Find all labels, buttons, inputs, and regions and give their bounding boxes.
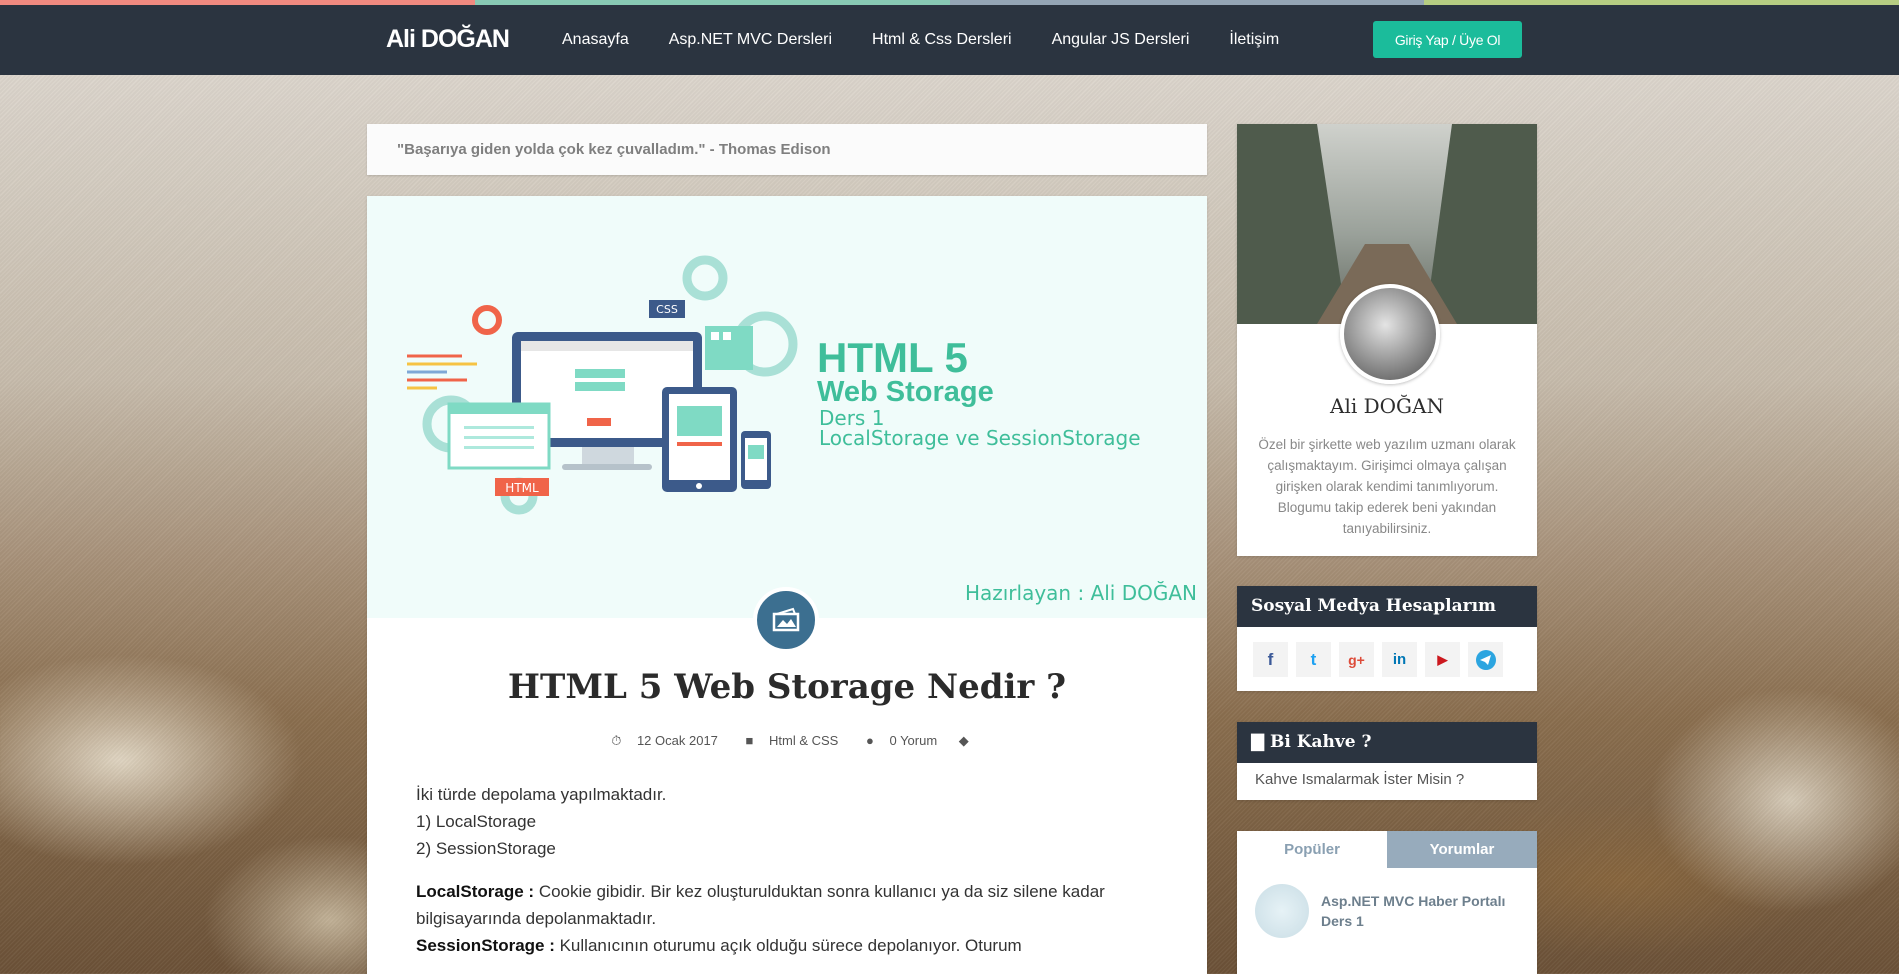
- linkedin-icon[interactable]: in: [1382, 642, 1417, 677]
- tab-bar: Popüler Yorumlar: [1237, 831, 1537, 868]
- html-badge-text: HTML: [505, 481, 539, 495]
- tabs-widget: Popüler Yorumlar Asp.NET MVC Haber Porta…: [1237, 831, 1537, 974]
- folder-icon: ▇: [1251, 732, 1265, 752]
- nav-item-html-css[interactable]: Html & Css Dersleri: [872, 31, 1012, 49]
- nav-item-angular[interactable]: Angular JS Dersleri: [1052, 31, 1190, 49]
- hero-subtitle: Web Storage: [817, 376, 994, 408]
- social-widget: Sosyal Medya Hesaplarım f t g+ in ▶: [1237, 586, 1537, 691]
- post-body: İki türde depolama yapılmaktadır. 1) Loc…: [416, 781, 1166, 959]
- tab-popular[interactable]: Popüler: [1237, 831, 1387, 868]
- google-plus-icon[interactable]: g+: [1339, 642, 1374, 677]
- profile-name: Ali DOĞAN: [1330, 394, 1444, 418]
- social-widget-title: Sosyal Medya Hesaplarım: [1237, 586, 1537, 627]
- navbar: Ali DOĞAN Anasayfa Asp.NET MVC Dersleri …: [0, 5, 1899, 75]
- post-meta: ⏱ 12 Ocak 2017 ■ Html & CSS ● 0 Yorum ◆: [367, 733, 1207, 749]
- post-comments[interactable]: ● 0 Yorum: [860, 733, 947, 748]
- css-badge-text: CSS: [656, 303, 678, 316]
- coffee-text[interactable]: Kahve Ismalarmak İster Misin ?: [1237, 763, 1537, 796]
- tab-comments[interactable]: Yorumlar: [1387, 831, 1537, 868]
- brand-logo[interactable]: Ali DOĞAN: [386, 25, 510, 54]
- body-item-2: 2) SessionStorage: [416, 839, 556, 858]
- nav-item-home[interactable]: Anasayfa: [562, 31, 629, 49]
- hero-title: HTML 5: [817, 334, 968, 381]
- main-nav: Anasayfa Asp.NET MVC Dersleri Html & Css…: [562, 31, 1279, 49]
- list-item[interactable]: Asp.NET MVC Haber Portalı Ders 1: [1237, 868, 1537, 954]
- coffee-widget: ▇ Bi Kahve ? Kahve Ismalarmak İster Misi…: [1237, 722, 1537, 800]
- tag-icon[interactable]: ◆: [959, 733, 969, 748]
- telegram-icon[interactable]: [1468, 642, 1503, 677]
- orange-gear-icon: [472, 305, 502, 335]
- body-item-1: 1) LocalStorage: [416, 812, 537, 831]
- quote-text: "Başarıya giden yolda çok kez çuvalladım…: [397, 141, 831, 158]
- coffee-widget-title: ▇ Bi Kahve ?: [1237, 722, 1537, 763]
- post-featured-image[interactable]: CSS HTML HTML 5 Web Storage Ders 1 Local…: [367, 196, 1207, 618]
- hero-illustration: CSS HTML: [407, 255, 798, 515]
- image-post-icon: [753, 587, 819, 653]
- login-register-button[interactable]: Giriş Yap / Üye Ol: [1373, 21, 1522, 58]
- popular-post-title: Asp.NET MVC Haber Portalı Ders 1: [1321, 893, 1506, 929]
- body-intro: İki türde depolama yapılmaktadır.: [416, 785, 667, 804]
- post-category[interactable]: ■ Html & CSS: [740, 733, 848, 748]
- hero-author: Hazırlayan : Ali DOĞAN: [964, 581, 1197, 605]
- hero-topic: LocalStorage ve SessionStorage: [819, 426, 1141, 450]
- body-localstorage: LocalStorage : Cookie gibidir. Bir kez o…: [416, 882, 1105, 928]
- body-sessionstorage: SessionStorage : Kullanıcının oturumu aç…: [416, 936, 1022, 955]
- post-date: ⏱ 12 Ocak 2017: [611, 733, 718, 748]
- avatar[interactable]: [1340, 284, 1440, 384]
- nav-item-aspnet[interactable]: Asp.NET MVC Dersleri: [669, 31, 832, 49]
- comment-icon: ●: [865, 733, 874, 748]
- facebook-icon[interactable]: f: [1253, 642, 1288, 677]
- clock-icon: ⏱: [611, 733, 622, 748]
- profile-widget: Ali DOĞAN Özel bir şirkette web yazılım …: [1237, 124, 1537, 556]
- twitter-icon[interactable]: t: [1296, 642, 1331, 677]
- post-title[interactable]: HTML 5 Web Storage Nedir ?: [367, 667, 1207, 707]
- nav-item-contact[interactable]: İletişim: [1229, 31, 1279, 49]
- post-card: CSS HTML HTML 5 Web Storage Ders 1 Local…: [367, 196, 1207, 974]
- profile-bio: Özel bir şirkette web yazılım uzmanı ola…: [1258, 437, 1516, 536]
- social-icons-row: f t g+ in ▶: [1237, 627, 1537, 692]
- quote-box: "Başarıya giden yolda çok kez çuvalladım…: [367, 124, 1207, 175]
- post-thumbnail: [1255, 884, 1309, 938]
- youtube-icon[interactable]: ▶: [1425, 642, 1460, 677]
- folder-icon: ■: [745, 733, 754, 748]
